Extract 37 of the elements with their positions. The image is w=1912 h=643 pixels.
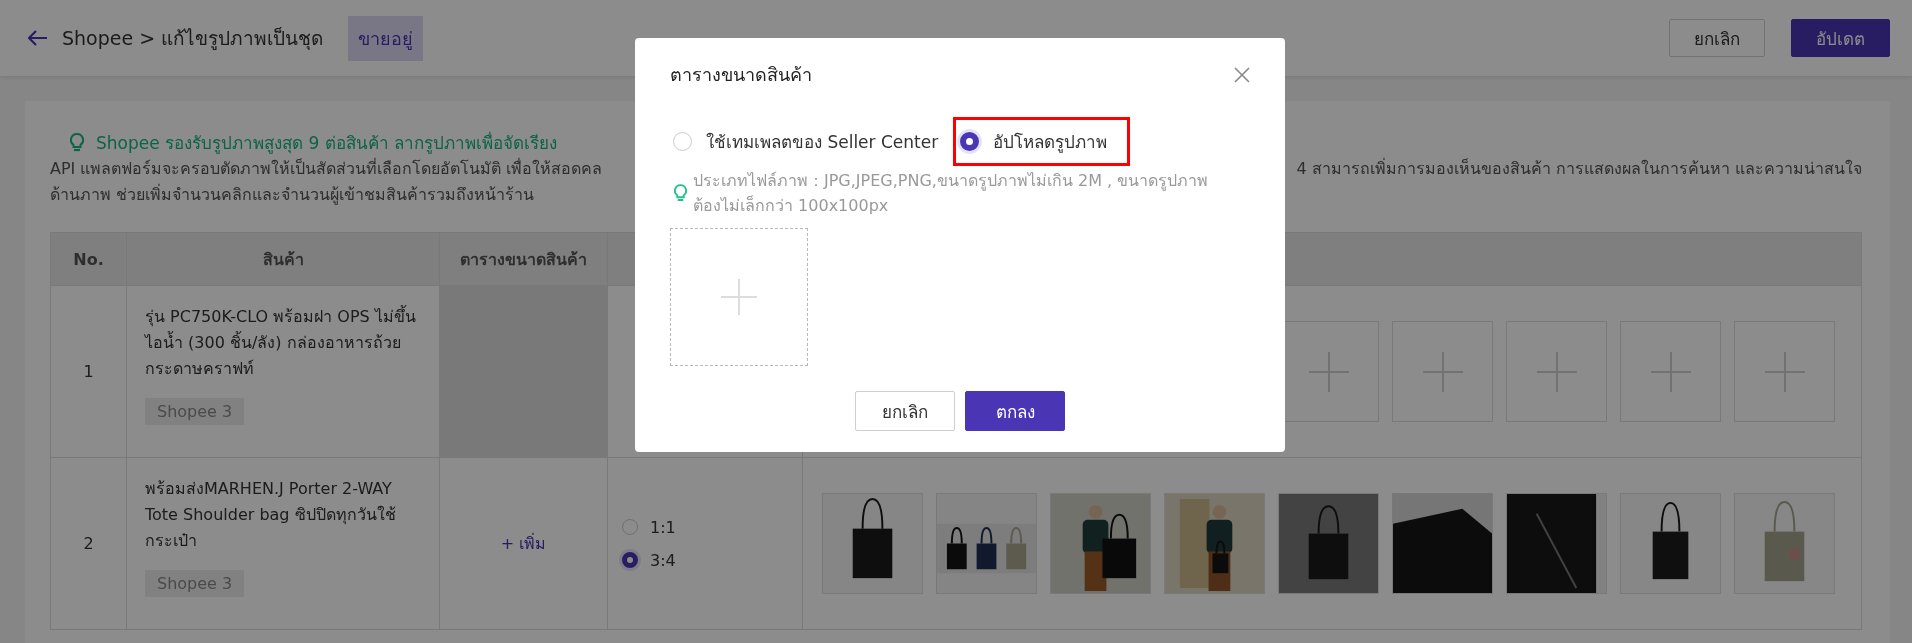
notice-text: API แพลตฟอร์มจะครอบตัดภาพให้เป็นสัดส่วนที่เลือกโดยอัตโนมัติ เพื่อให้สอดคล [50, 157, 603, 180]
update-button[interactable]: อัปเดต [1791, 19, 1890, 57]
back-arrow-icon[interactable] [28, 30, 48, 46]
ratio-label[interactable]: 3:4 [650, 550, 676, 570]
column-header: สินค้า [126, 232, 440, 286]
plus-icon [1764, 351, 1805, 392]
option-label[interactable]: อัปโหลดรูปภาพ [993, 128, 1108, 155]
radio-button[interactable] [622, 552, 638, 568]
notice-text: ด้านภาพ ช่วยเพิ่มจำนวนคลิกและจำนวนผู้เข้าชมสินค้ารวมถึงหน้าร้าน [50, 183, 535, 207]
cancel-button[interactable]: ยกเลิก [855, 391, 955, 431]
option-label[interactable]: ใช้เทมเพลตของ Seller Center [706, 128, 939, 155]
table-cell: 1 [50, 285, 127, 458]
upload-area[interactable] [670, 228, 808, 366]
cancel-button[interactable]: ยกเลิก [1669, 19, 1765, 57]
plus-icon [1650, 351, 1691, 392]
lightbulb-icon [70, 132, 84, 153]
product-name: รุ่น PC750K-CLO พร้อมฝา OPS ไม่ขึ้นไอน้ำ (300 ชิ้น/ลัง) กล่องอาหารถ้วยกระดาษคราฟท์ [145, 304, 417, 380]
ratio-label[interactable]: 1:1 [650, 517, 676, 537]
column-header: No. [50, 232, 127, 286]
notice-text: 4 สามารถเพิ่มการมองเห็นของสินค้า การแสดงผลในการค้นหา และความน่าสนใจ [1296, 157, 1862, 180]
hint-text: ประเภทไฟล์ภาพ：JPG,JPEG,PNG,ขนาดรูปภาพไม่เกิน 2M , ขนาดรูปภาพต้องไม่เล็กกว่า 100x100px [693, 170, 1210, 217]
dialog-title: ตารางขนาดสินค้า [670, 63, 812, 87]
status-tag: ขายอยู่ [348, 15, 424, 61]
column-header: ตารางขนาดสินค้า [439, 232, 608, 286]
table-cell: 2 [50, 457, 127, 630]
plus-icon [1422, 351, 1463, 392]
add-link[interactable]: + เพิ่ม [500, 534, 547, 553]
product-name: พร้อมส่งMARHEN.J Porter 2-WAY Tote Shoulder bag ซิปปิดทุกวันใช้กระเป๋า [145, 478, 397, 552]
radio-button[interactable] [960, 132, 980, 151]
confirm-button[interactable]: ตกลง [965, 391, 1065, 431]
plus-icon [1308, 351, 1349, 392]
plus-icon [721, 279, 757, 315]
notice-title: Shopee รองรับรูปภาพสูงสุด 9 ต่อสินค้า ลากรูปภาพเพื่อจัดเรียง [96, 130, 558, 156]
lightbulb-icon [674, 183, 687, 203]
plus-icon [1536, 351, 1577, 392]
page-title: Shopee > แก้ไขรูปภาพเป็นชุด [62, 26, 324, 52]
close-icon[interactable] [1234, 66, 1250, 83]
